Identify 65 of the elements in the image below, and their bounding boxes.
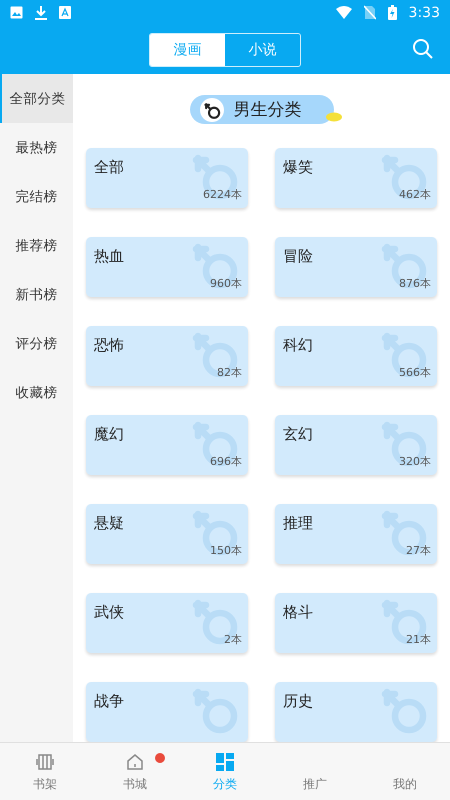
male-symbol-icon — [200, 98, 224, 122]
category-name: 战争 — [94, 692, 124, 710]
category-count: 150本 — [210, 543, 242, 558]
category-card[interactable]: 历史 — [275, 682, 437, 742]
category-card[interactable]: 爆笑 462本 — [275, 148, 437, 208]
category-card[interactable]: 玄幻 320本 — [275, 415, 437, 475]
category-name: 魔幻 — [94, 425, 124, 443]
dot-icon — [326, 112, 342, 122]
category-card[interactable]: 热血 960本 — [86, 237, 248, 297]
category-count: 27本 — [406, 543, 431, 558]
category-name: 历史 — [283, 692, 313, 710]
category-count: 960本 — [210, 276, 242, 291]
category-count: 696本 — [210, 454, 242, 469]
nav-tab[interactable]: 书架 — [0, 743, 90, 800]
category-name: 恐怖 — [94, 336, 124, 354]
category-count: 566本 — [399, 365, 431, 380]
category-name: 推理 — [283, 514, 313, 532]
image-icon — [10, 6, 23, 19]
category-name: 爆笑 — [283, 158, 313, 176]
category-name: 热血 — [94, 247, 124, 265]
category-count: 320本 — [399, 454, 431, 469]
document-icon — [59, 6, 71, 19]
search-icon[interactable] — [412, 38, 434, 60]
category-count: 2本 — [224, 632, 242, 647]
category-name: 全部 — [94, 158, 124, 176]
category-card[interactable]: 战争 — [86, 682, 248, 742]
sidebar-item[interactable]: 评分榜 — [0, 319, 73, 368]
section-title: 男生分类 — [234, 99, 302, 121]
book-icon — [35, 752, 55, 772]
category-card[interactable]: 冒险 876本 — [275, 237, 437, 297]
download-icon — [35, 6, 47, 20]
no-sim-icon — [364, 5, 376, 20]
category-card[interactable]: 恐怖 82本 — [86, 326, 248, 386]
status-time: 3:33 — [408, 4, 440, 20]
category-card[interactable]: 悬疑 150本 — [86, 504, 248, 564]
battery-charging-icon — [388, 5, 397, 20]
category-count: 21本 — [406, 632, 431, 647]
sidebar-item[interactable]: 新书榜 — [0, 270, 73, 319]
wifi-icon — [336, 6, 352, 19]
category-name: 武侠 — [94, 603, 124, 621]
sidebar-item[interactable]: 收藏榜 — [0, 368, 73, 417]
category-name: 格斗 — [283, 603, 313, 621]
category-count: 6224本 — [203, 187, 242, 202]
category-card[interactable]: 格斗 21本 — [275, 593, 437, 653]
nav-tab[interactable]: 推广 — [270, 743, 360, 800]
grid-icon — [215, 752, 235, 772]
sidebar-item[interactable]: 完结榜 — [0, 172, 73, 221]
category-name: 悬疑 — [94, 514, 124, 532]
category-card[interactable]: 推理 27本 — [275, 504, 437, 564]
category-name: 冒险 — [283, 247, 313, 265]
category-count: 876本 — [399, 276, 431, 291]
home-icon — [125, 752, 145, 772]
sidebar-item[interactable]: 最热榜 — [0, 123, 73, 172]
sidebar-item[interactable]: 推荐榜 — [0, 221, 73, 270]
sidebar-item[interactable]: 全部分类 — [0, 74, 73, 123]
category-card[interactable]: 魔幻 696本 — [86, 415, 248, 475]
category-card[interactable]: 科幻 566本 — [275, 326, 437, 386]
category-name: 科幻 — [283, 336, 313, 354]
nav-tab[interactable]: 书城 — [90, 743, 180, 800]
category-card[interactable]: 全部 6224本 — [86, 148, 248, 208]
category-card[interactable]: 武侠 2本 — [86, 593, 248, 653]
category-count: 462本 — [399, 187, 431, 202]
category-name: 玄幻 — [283, 425, 313, 443]
category-count: 82本 — [217, 365, 242, 380]
nav-tab[interactable]: 我的 — [360, 743, 450, 800]
